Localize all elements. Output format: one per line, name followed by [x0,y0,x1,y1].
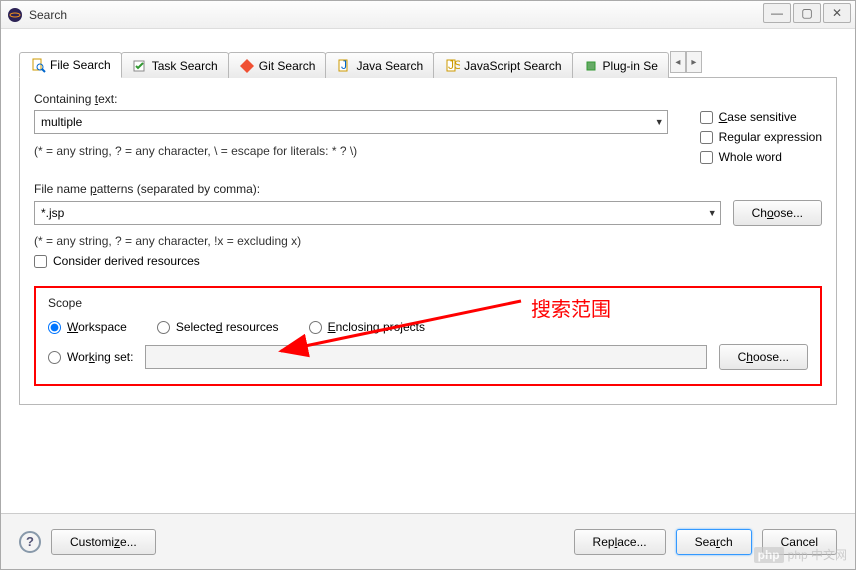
working-set-input[interactable] [145,345,706,369]
containing-text-input[interactable] [34,110,668,134]
tab-label: Git Search [259,59,316,73]
scope-workspace-radio[interactable]: Workspace [48,320,127,334]
search-options: Case sensitive Regular expression Whole … [700,110,822,170]
button-bar: ? Customize... Replace... Search Cancel [1,513,855,569]
svg-text:JS: JS [448,58,460,72]
tab-git-search[interactable]: Git Search [228,52,327,78]
dialog-content: File Search Task Search Git Search J Jav… [1,29,855,415]
watermark: php php 中文网 [754,546,847,563]
window-controls: — ▢ ✕ [763,3,851,23]
svg-text:J: J [341,58,347,72]
close-button[interactable]: ✕ [823,3,851,23]
search-button[interactable]: Search [676,529,752,555]
tab-plugin-search[interactable]: Plug-in Se [572,52,669,78]
git-search-icon [239,58,255,74]
maximize-button[interactable]: ▢ [793,3,821,23]
tab-label: Task Search [152,59,218,73]
task-search-icon [132,58,148,74]
search-dialog: Search — ▢ ✕ File Search Task Search Git… [0,0,856,570]
eclipse-icon [7,7,23,23]
tab-label: File Search [50,58,111,72]
scope-title: Scope [48,296,808,310]
window-title: Search [29,8,67,22]
tab-java-search[interactable]: J Java Search [325,52,434,78]
tab-label: Plug-in Se [603,59,658,73]
derived-resources-checkbox[interactable]: Consider derived resources [34,254,822,268]
scope-workingset-radio[interactable]: Working set: [48,350,133,364]
tab-label: Java Search [356,59,423,73]
tab-scroll: ◂ ▸ [670,51,702,77]
case-sensitive-checkbox[interactable]: Case sensitive [700,110,822,124]
tab-scroll-right[interactable]: ▸ [686,51,702,73]
containing-text-combo[interactable]: ▼ [34,110,668,134]
minimize-button[interactable]: — [763,3,791,23]
tab-bar: File Search Task Search Git Search J Jav… [19,51,837,78]
containing-text-label: Containing text: [34,92,668,106]
scope-selected-radio[interactable]: Selected resources [157,320,279,334]
regex-checkbox[interactable]: Regular expression [700,130,822,144]
tab-task-search[interactable]: Task Search [121,52,229,78]
tab-file-search[interactable]: File Search [19,52,122,78]
file-patterns-label: File name patterns (separated by comma): [34,182,822,196]
whole-word-checkbox[interactable]: Whole word [700,150,822,164]
tab-scroll-left[interactable]: ◂ [670,51,686,73]
java-search-icon: J [336,58,352,74]
js-search-icon: JS [444,58,460,74]
file-patterns-input[interactable] [34,201,721,225]
titlebar: Search — ▢ ✕ [1,1,855,29]
choose-workingset-button[interactable]: Choose... [719,344,808,370]
file-search-icon [30,57,46,73]
replace-button[interactable]: Replace... [574,529,666,555]
containing-text-hint: (* = any string, ? = any character, \ = … [34,144,668,158]
file-patterns-combo[interactable]: ▼ [34,201,721,225]
plugin-search-icon [583,58,599,74]
scope-group: Scope Workspace Selected resources Enclo… [34,286,822,386]
file-search-panel: Containing text: ▼ (* = any string, ? = … [19,78,837,405]
file-patterns-hint: (* = any string, ? = any character, !x =… [34,234,822,248]
help-button[interactable]: ? [19,531,41,553]
scope-enclosing-radio[interactable]: Enclosing projects [309,320,425,334]
tab-js-search[interactable]: JS JavaScript Search [433,52,572,78]
tab-label: JavaScript Search [464,59,561,73]
choose-patterns-button[interactable]: Choose... [733,200,822,226]
customize-button[interactable]: Customize... [51,529,156,555]
